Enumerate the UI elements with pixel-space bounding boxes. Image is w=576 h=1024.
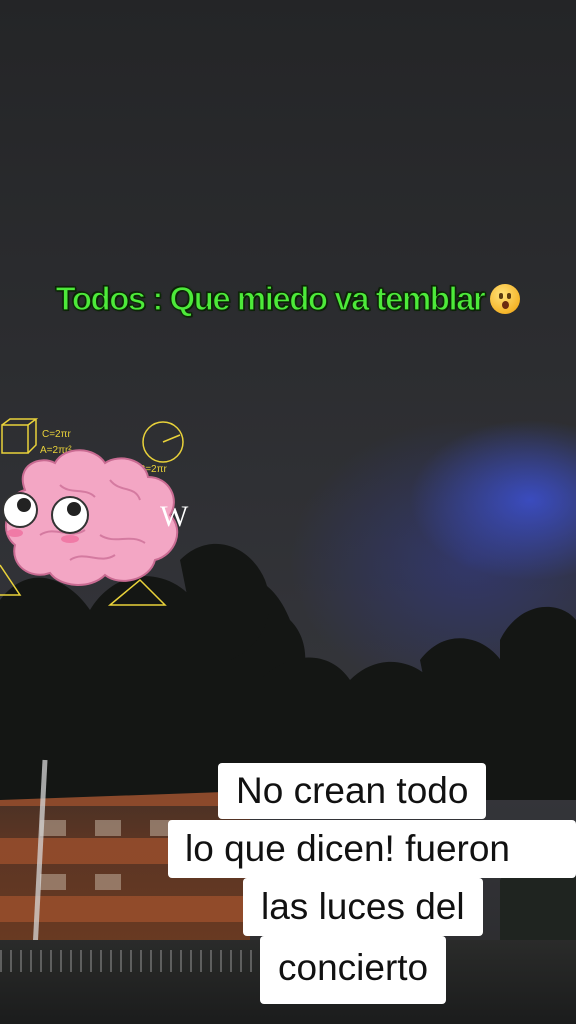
subtitle-line-4: concierto [260, 936, 447, 1004]
watermark-letter: W [160, 500, 189, 533]
top-caption: Todos : Que miedo va temblar [0, 279, 576, 318]
astonished-face-icon [490, 284, 521, 314]
subtitle-line-3: las luces del [243, 878, 483, 936]
subtitle-line-2: lo que dicen! fueron [168, 820, 576, 878]
formula-1: C=2πr [42, 429, 72, 440]
railing [0, 950, 300, 972]
top-caption-text: Todos : Que miedo va temblar [55, 279, 486, 317]
subtitle-line-1: No crean todo [218, 763, 487, 819]
